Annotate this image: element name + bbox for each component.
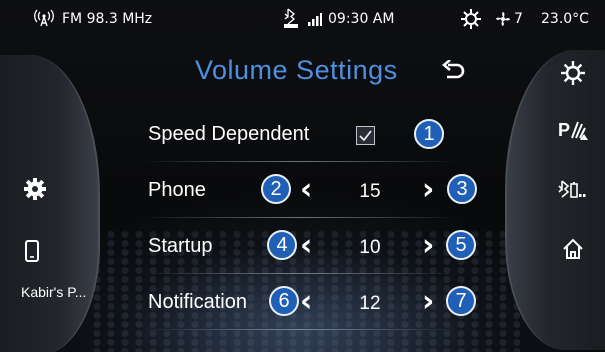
- climate-sun-icon: [461, 9, 481, 33]
- temperature: 23.0°C: [541, 11, 589, 27]
- startup-decrease-button[interactable]: ‹: [300, 231, 312, 261]
- notification-increase-button[interactable]: ›: [422, 287, 434, 317]
- radio-frequency: FM 98.3 MHz: [62, 11, 153, 27]
- speed-dependent-checkbox[interactable]: [356, 126, 375, 145]
- startup-volume-label: Startup: [148, 235, 213, 257]
- home-icon[interactable]: [561, 236, 585, 262]
- badge-6: 6: [269, 286, 299, 316]
- phone-volume-value: 15: [359, 181, 381, 202]
- svg-text:P: P: [558, 120, 570, 140]
- speed-dependent-label: Speed Dependent: [148, 123, 310, 145]
- notification-decrease-button[interactable]: ‹: [300, 287, 312, 317]
- volume-settings-screen: FM 98.3 MHz 09:30 AM 7 23.0°C Kabir's P.…: [0, 0, 605, 352]
- phone-volume-label: Phone: [148, 179, 206, 201]
- signal-bars-icon: [308, 12, 322, 30]
- badge-3: 3: [447, 174, 477, 204]
- page-title: Volume Settings: [195, 55, 398, 85]
- fan-level: 7: [514, 11, 523, 27]
- settings-gear-icon[interactable]: [22, 176, 48, 202]
- divider: [140, 161, 460, 162]
- back-arrow-icon[interactable]: [440, 58, 468, 84]
- badge-1: 1: [414, 119, 444, 149]
- phone-decrease-button[interactable]: ‹: [300, 175, 312, 205]
- notification-volume-value: 12: [359, 293, 381, 314]
- startup-volume-value: 10: [359, 237, 381, 258]
- radio-signal-icon: [34, 9, 54, 31]
- divider: [140, 329, 460, 330]
- divider: [140, 217, 460, 218]
- startup-increase-button[interactable]: ›: [422, 231, 434, 261]
- badge-4: 4: [267, 230, 297, 260]
- phone-increase-button[interactable]: ›: [422, 175, 434, 205]
- bluetooth-battery-icon[interactable]: [557, 176, 587, 202]
- parking-sensor-icon[interactable]: P: [557, 117, 589, 143]
- badge-5: 5: [446, 230, 476, 260]
- divider: [140, 273, 460, 274]
- climate-sun-icon[interactable]: [560, 60, 586, 86]
- status-bar: FM 98.3 MHz 09:30 AM 7 23.0°C: [0, 0, 605, 38]
- badge-7: 7: [446, 286, 476, 316]
- phone-icon[interactable]: [22, 238, 42, 264]
- right-sidebar: [505, 50, 605, 350]
- clock: 09:30 AM: [328, 11, 395, 27]
- left-sidebar: [0, 55, 100, 352]
- notification-volume-label: Notification: [148, 291, 247, 313]
- connected-phone-name[interactable]: Kabir's P...: [21, 284, 86, 300]
- bluetooth-phone-icon: [283, 7, 299, 33]
- badge-2: 2: [261, 174, 291, 204]
- fan-icon: [494, 10, 512, 32]
